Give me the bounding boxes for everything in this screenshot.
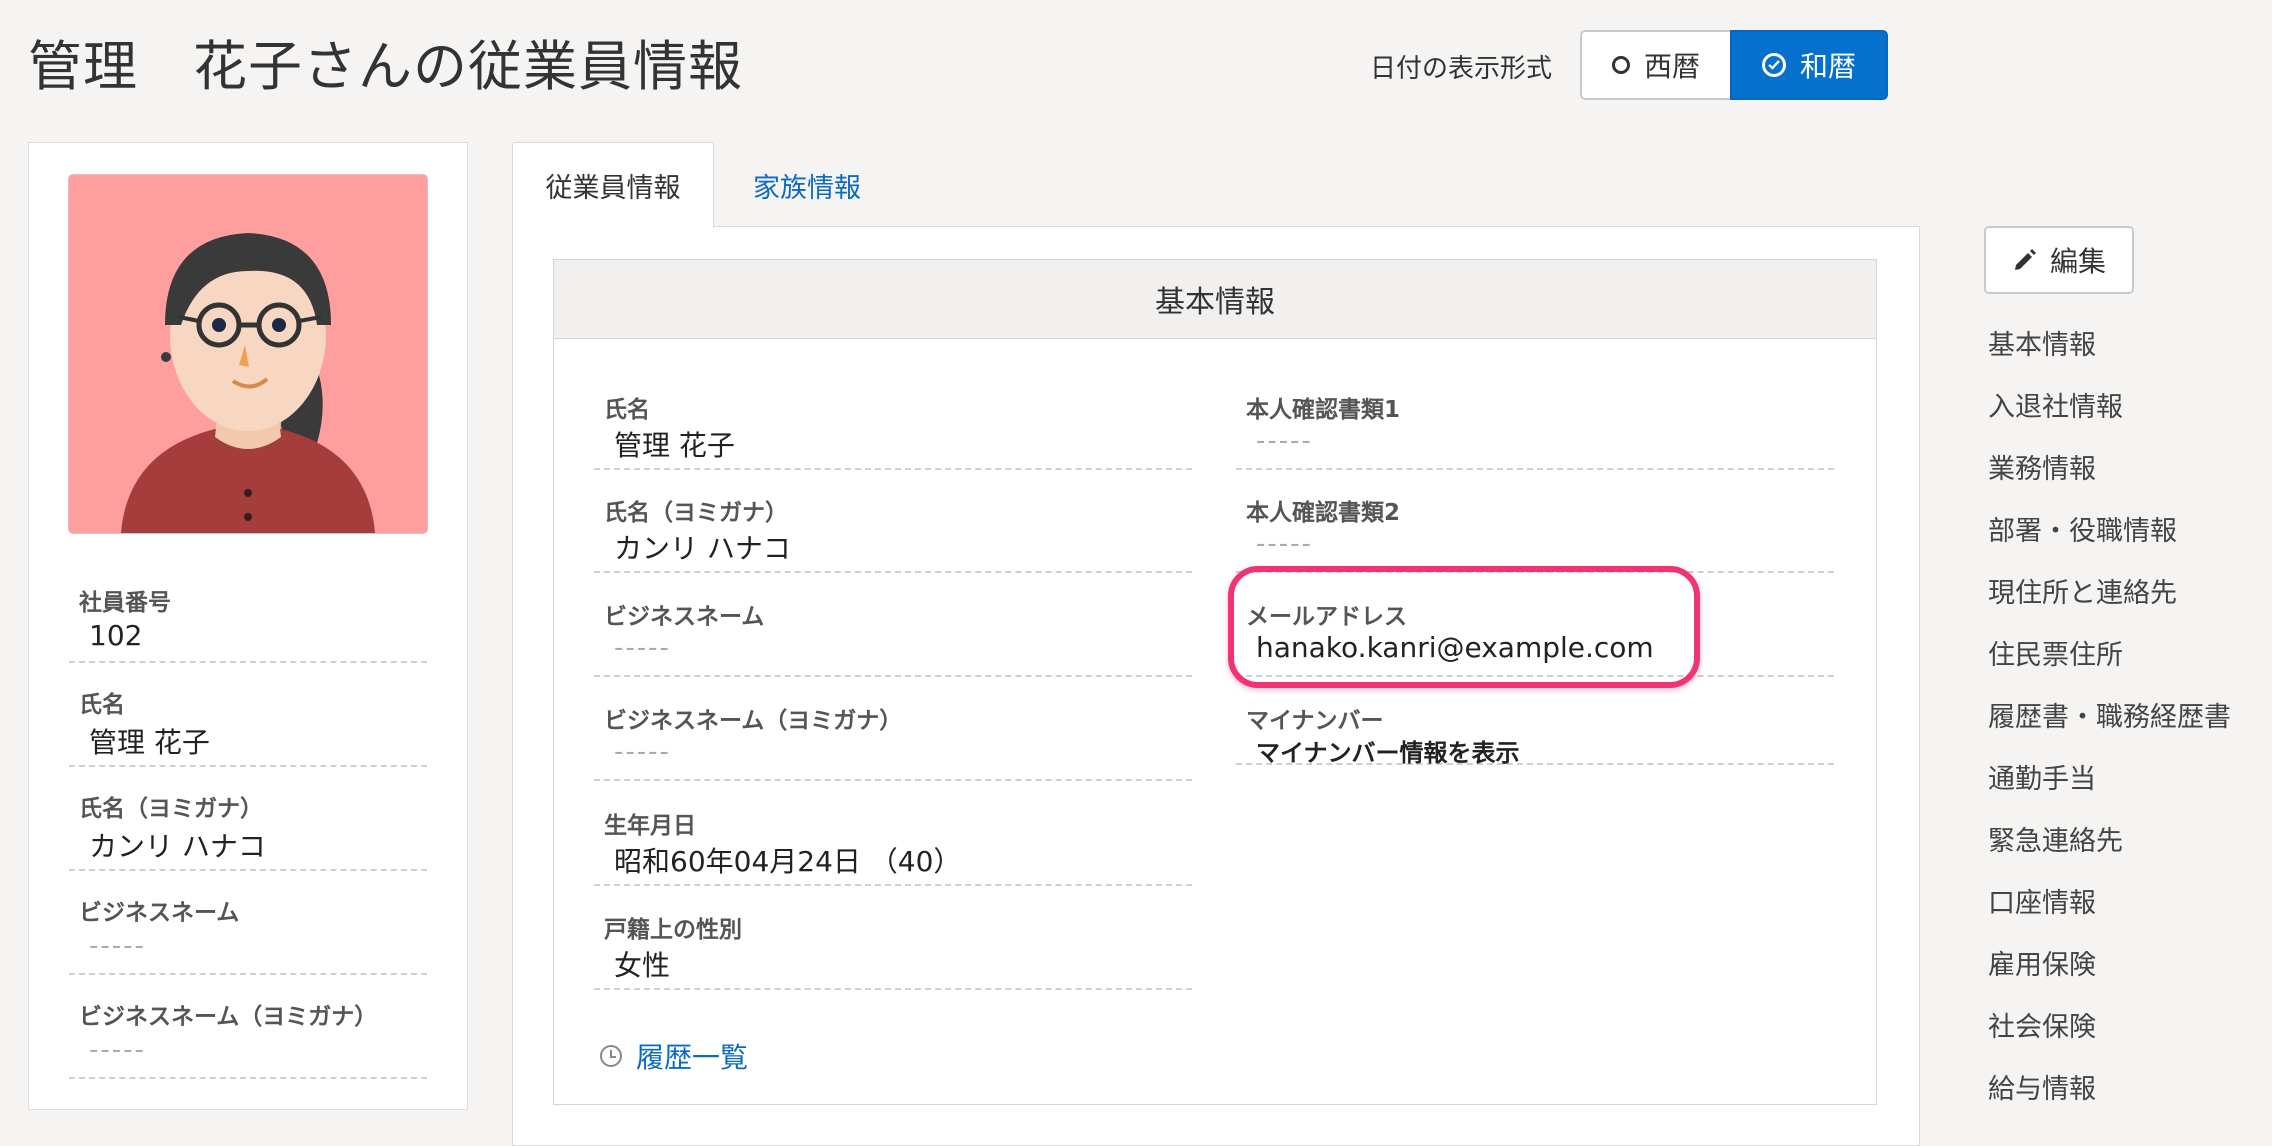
edit-button[interactable]: 編集	[1984, 226, 2134, 294]
nav-item-bank-account[interactable]: 口座情報	[1988, 878, 2231, 940]
field-value: カンリ ハナコ	[614, 532, 791, 565]
nav-item-resume[interactable]: 履歴書・職務経歴書	[1988, 692, 2231, 754]
section-nav: 基本情報 入退社情報 業務情報 部署・役職情報 現住所と連絡先 住民票住所 履歴…	[1988, 320, 2231, 1126]
tab-family-info[interactable]: 家族情報	[716, 142, 898, 228]
nav-item-address-contact[interactable]: 現住所と連絡先	[1988, 568, 2231, 630]
field-value: 102	[89, 619, 143, 652]
field-value-empty: -----	[89, 931, 146, 961]
employee-info-panel: 基本情報 氏名 管理 花子 氏名（ヨミガナ） カンリ ハナコ ビジネスネーム -…	[512, 226, 1920, 1146]
field-label: 本人確認書類2	[1246, 500, 1401, 526]
field-label: ビジネスネーム	[79, 900, 240, 926]
field-label: ビジネスネーム	[604, 604, 765, 630]
clock-icon	[600, 1045, 622, 1067]
field-label: 本人確認書類1	[1246, 397, 1401, 423]
nav-item-salary-info[interactable]: 給与情報	[1988, 1064, 2231, 1126]
basic-field-birthdate: 生年月日 昭和60年04月24日 （40）	[594, 806, 1192, 886]
pencil-icon	[2014, 249, 2036, 270]
profile-field-name-kana: 氏名（ヨミガナ） カンリ ハナコ	[69, 789, 427, 871]
profile-field-employee-number: 社員番号 102	[69, 583, 427, 663]
profile-card: 社員番号 102 氏名 管理 花子 氏名（ヨミガナ） カンリ ハナコ ビジネスネ…	[28, 142, 468, 1110]
field-value: 管理 花子	[89, 726, 210, 759]
date-format-toggle: 西暦 和暦	[1580, 30, 1889, 100]
tab-employee-info[interactable]: 従業員情報	[512, 142, 714, 228]
field-value: カンリ ハナコ	[89, 830, 266, 863]
basic-field-business-name-kana: ビジネスネーム（ヨミガナ） -----	[594, 701, 1192, 781]
edit-button-label: 編集	[2049, 245, 2106, 278]
email-highlight-annotation	[1228, 566, 1700, 688]
field-label: 生年月日	[604, 813, 696, 839]
date-format-option-label: 西暦	[1644, 50, 1701, 83]
radio-circle-icon	[1612, 56, 1630, 74]
nav-item-commute-allowance[interactable]: 通勤手当	[1988, 754, 2231, 816]
field-label: ビジネスネーム（ヨミガナ）	[79, 1004, 378, 1030]
field-label: ビジネスネーム（ヨミガナ）	[604, 708, 903, 734]
field-value: 女性	[614, 949, 671, 982]
profile-field-business-name: ビジネスネーム -----	[69, 893, 427, 975]
profile-field-business-name-kana: ビジネスネーム（ヨミガナ） -----	[69, 997, 427, 1079]
nav-item-department-position[interactable]: 部署・役職情報	[1988, 506, 2231, 568]
basic-field-name-kana: 氏名（ヨミガナ） カンリ ハナコ	[594, 493, 1192, 573]
basic-field-my-number: マイナンバー マイナンバー情報を表示	[1236, 701, 1834, 768]
field-value: 昭和60年04月24日 （40）	[614, 845, 962, 878]
field-value-empty: -----	[89, 1035, 146, 1065]
basic-field-gender: 戸籍上の性別 女性	[594, 910, 1192, 990]
date-format-option-seireki[interactable]: 西暦	[1580, 30, 1731, 100]
nav-item-social-insurance[interactable]: 社会保険	[1988, 1002, 2231, 1064]
basic-field-id-document-2: 本人確認書類2 -----	[1236, 493, 1834, 573]
nav-item-resident-address[interactable]: 住民票住所	[1988, 630, 2231, 692]
page-title: 管理 花子さんの従業員情報	[28, 35, 743, 98]
field-label: 氏名（ヨミガナ）	[604, 500, 788, 526]
field-value-empty: -----	[614, 737, 671, 767]
employee-avatar	[69, 175, 427, 533]
field-label: マイナンバー	[1246, 708, 1384, 734]
field-value-empty: -----	[1256, 529, 1313, 559]
date-format-label: 日付の表示形式	[1370, 54, 1553, 84]
field-value: 管理 花子	[614, 429, 735, 462]
nav-item-work-info[interactable]: 業務情報	[1988, 444, 2231, 506]
field-label: 社員番号	[79, 590, 171, 616]
nav-item-joining-leaving[interactable]: 入退社情報	[1988, 382, 2231, 444]
field-label: 氏名	[79, 692, 125, 718]
basic-field-business-name: ビジネスネーム -----	[594, 597, 1192, 677]
nav-item-emergency-contact[interactable]: 緊急連絡先	[1988, 816, 2231, 878]
profile-field-name: 氏名 管理 花子	[69, 685, 427, 767]
basic-field-id-document-1: 本人確認書類1 -----	[1236, 390, 1834, 470]
history-list-link[interactable]: 履歴一覧	[600, 1036, 748, 1076]
field-value-empty: -----	[1256, 426, 1313, 456]
check-circle-icon	[1762, 53, 1787, 77]
show-my-number-link[interactable]: マイナンバー情報を表示	[1256, 733, 1520, 768]
date-format-option-wareki[interactable]: 和暦	[1730, 30, 1889, 100]
basic-info-title: 基本情報	[554, 260, 1876, 339]
field-value-empty: -----	[614, 633, 671, 663]
field-label: 氏名	[604, 397, 650, 423]
field-label: 氏名（ヨミガナ）	[79, 796, 263, 822]
nav-item-basic-info[interactable]: 基本情報	[1988, 320, 2231, 382]
field-label: 戸籍上の性別	[604, 917, 742, 943]
history-list-label: 履歴一覧	[636, 1041, 749, 1074]
basic-field-name: 氏名 管理 花子	[594, 390, 1192, 470]
nav-item-employment-insurance[interactable]: 雇用保険	[1988, 940, 2231, 1002]
date-format-option-label: 和暦	[1800, 50, 1857, 83]
